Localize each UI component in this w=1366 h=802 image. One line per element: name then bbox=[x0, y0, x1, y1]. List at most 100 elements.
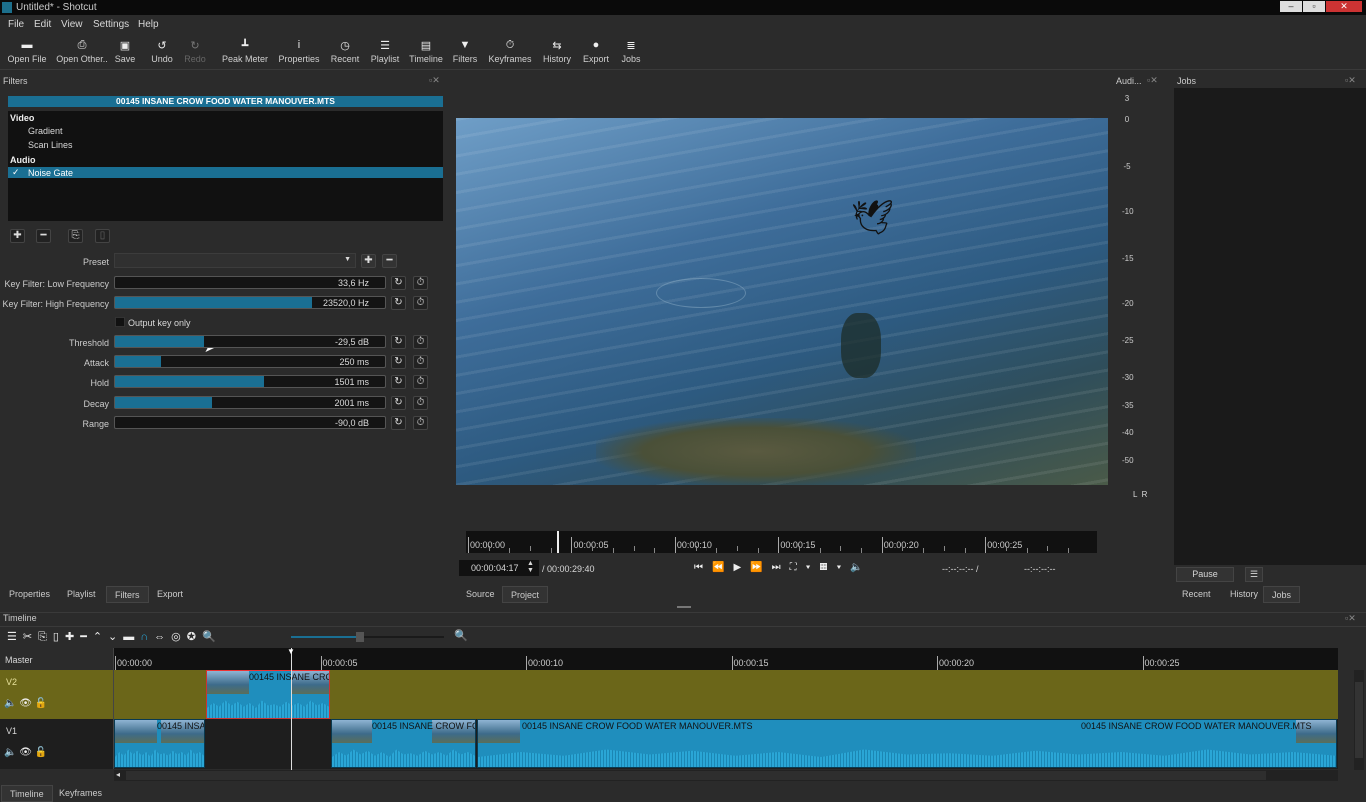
rewind-icon[interactable]: ⏪ bbox=[712, 562, 733, 573]
param-slider[interactable]: -90,0 dB bbox=[114, 416, 386, 429]
close-button[interactable]: ✕ bbox=[1326, 1, 1362, 12]
reset-icon[interactable]: ↻ bbox=[391, 375, 406, 389]
tab-keyframes[interactable]: Keyframes bbox=[51, 785, 110, 802]
mute-icon[interactable]: 🔈 bbox=[4, 747, 16, 758]
menu-edit[interactable]: Edit bbox=[34, 19, 51, 30]
param-value[interactable]: 33,6 Hz bbox=[338, 278, 369, 288]
timeline-clip[interactable]: 00145 INSANE bbox=[114, 719, 205, 768]
peak-meter-button[interactable]: ┻ Peak Meter bbox=[215, 39, 275, 64]
splitter-handle[interactable] bbox=[677, 606, 691, 608]
keyframe-stopwatch-icon[interactable]: ⏱ bbox=[413, 375, 428, 389]
zoom-slider[interactable] bbox=[291, 632, 444, 642]
ripple-all-icon[interactable]: ✪ bbox=[187, 631, 202, 643]
param-value[interactable]: -90,0 dB bbox=[335, 418, 369, 428]
param-slider[interactable]: 23520,0 Hz bbox=[114, 296, 386, 309]
save-preset-button[interactable]: ✚ bbox=[361, 254, 376, 268]
keyframe-stopwatch-icon[interactable]: ⏱ bbox=[413, 335, 428, 349]
preset-dropdown[interactable]: ▼ bbox=[114, 253, 356, 268]
grid-icon[interactable]: ▦▾ bbox=[820, 562, 851, 573]
jobs-menu-button[interactable]: ☰ bbox=[1245, 567, 1263, 582]
filter-item-scan-lines[interactable]: Scan Lines bbox=[28, 140, 73, 150]
track-v2[interactable]: V2 🔈 👁 🔓 bbox=[0, 670, 1338, 719]
minimize-button[interactable]: – bbox=[1280, 1, 1302, 12]
video-preview[interactable]: 🕊 bbox=[456, 118, 1108, 485]
zoom-fit-icon[interactable]: ⛶▾ bbox=[790, 562, 820, 573]
panel-float-close-icons[interactable]: ▫✕ bbox=[429, 75, 440, 86]
tab-filters[interactable]: Filters bbox=[106, 586, 149, 603]
skip-previous-icon[interactable]: ⏮ bbox=[694, 562, 712, 573]
param-value[interactable]: -29,5 dB bbox=[335, 337, 369, 347]
menu-settings[interactable]: Settings bbox=[93, 19, 129, 30]
tab-export[interactable]: Export bbox=[149, 586, 191, 603]
timeline-horizontal-scrollbar[interactable]: ◂ bbox=[114, 770, 1338, 781]
tab-playlist[interactable]: Playlist bbox=[59, 586, 104, 603]
timeline-vertical-scrollbar[interactable] bbox=[1354, 670, 1364, 770]
filter-list[interactable]: Video Gradient Scan Lines Audio ✓ Noise … bbox=[8, 111, 443, 221]
skip-next-icon[interactable]: ⏭ bbox=[772, 562, 790, 573]
menu-view[interactable]: View bbox=[61, 19, 83, 30]
timeline-clip[interactable]: 00145 INSANE CROW bbox=[206, 670, 330, 719]
position-timecode-field[interactable]: 00:00:04:17 ▲ ▼ bbox=[459, 560, 539, 576]
split-icon[interactable]: ▬ bbox=[123, 631, 140, 643]
maximize-button[interactable]: ▫ bbox=[1303, 1, 1325, 12]
overwrite-icon[interactable]: ⌄ bbox=[108, 631, 123, 643]
output-key-only-checkbox[interactable] bbox=[115, 317, 125, 327]
tab-timeline[interactable]: Timeline bbox=[1, 785, 53, 802]
cut-icon[interactable]: ✂ bbox=[23, 631, 38, 643]
tab-recent[interactable]: Recent bbox=[1174, 586, 1219, 603]
lock-icon[interactable]: 🔓 bbox=[35, 747, 47, 758]
reset-icon[interactable]: ↻ bbox=[391, 355, 406, 369]
param-slider[interactable]: 33,6 Hz bbox=[114, 276, 386, 289]
param-value[interactable]: 250 ms bbox=[339, 357, 369, 367]
keyframe-stopwatch-icon[interactable]: ⏱ bbox=[413, 416, 428, 430]
menu-file[interactable]: File bbox=[8, 19, 24, 30]
timeline-clip[interactable]: 00145 INSANE CROW FOOD bbox=[331, 719, 476, 768]
append-icon[interactable]: ✚ bbox=[65, 631, 80, 643]
play-icon[interactable]: ▶ bbox=[733, 562, 750, 573]
keyframe-stopwatch-icon[interactable]: ⏱ bbox=[413, 296, 428, 310]
filter-item-noise-gate[interactable]: ✓ Noise Gate bbox=[8, 167, 443, 178]
param-slider[interactable]: 1501 ms bbox=[114, 375, 386, 388]
remove-filter-button[interactable]: ━ bbox=[36, 229, 51, 243]
param-value[interactable]: 2001 ms bbox=[334, 398, 369, 408]
player-ruler[interactable]: 00:00:00 00:00:05 00:00:10 00:00:15 00:00:20… bbox=[466, 531, 1097, 553]
playhead[interactable] bbox=[291, 648, 292, 770]
keyframe-stopwatch-icon[interactable]: ⏱ bbox=[413, 355, 428, 369]
reset-icon[interactable]: ↻ bbox=[391, 396, 406, 410]
keyframe-stopwatch-icon[interactable]: ⏱ bbox=[413, 276, 428, 290]
reset-icon[interactable]: ↻ bbox=[391, 276, 406, 290]
zoom-in-icon[interactable]: 🔍 bbox=[454, 629, 468, 642]
checkbox-checked-icon[interactable]: ✓ bbox=[12, 167, 20, 178]
panel-float-close-icons[interactable]: ▫✕ bbox=[1147, 75, 1158, 86]
param-slider[interactable]: -29,5 dB bbox=[114, 335, 386, 348]
reset-icon[interactable]: ↻ bbox=[391, 416, 406, 430]
reset-icon[interactable]: ↻ bbox=[391, 335, 406, 349]
player-playhead[interactable] bbox=[557, 531, 559, 553]
add-filter-button[interactable]: ✚ bbox=[10, 229, 25, 243]
eye-icon[interactable]: 👁 bbox=[19, 747, 32, 758]
jobs-list[interactable] bbox=[1174, 88, 1366, 565]
param-value[interactable]: 1501 ms bbox=[334, 377, 369, 387]
reset-icon[interactable]: ↻ bbox=[391, 296, 406, 310]
delete-preset-button[interactable]: ━ bbox=[382, 254, 397, 268]
remove-icon[interactable]: ━ bbox=[80, 631, 93, 643]
menu-icon[interactable]: ☰ bbox=[7, 631, 23, 643]
tab-properties[interactable]: Properties bbox=[1, 586, 58, 603]
panel-float-close-icons[interactable]: ▫✕ bbox=[1345, 613, 1356, 624]
jobs-button[interactable]: ≣ Jobs bbox=[601, 39, 661, 64]
scrub-icon[interactable]: ⇔ bbox=[154, 631, 171, 643]
menu-help[interactable]: Help bbox=[138, 19, 159, 30]
mute-icon[interactable]: 🔈 bbox=[4, 698, 16, 709]
open-file-button[interactable]: ▬ Open File bbox=[0, 39, 57, 64]
lock-icon[interactable]: 🔓 bbox=[35, 698, 47, 709]
param-slider[interactable]: 2001 ms bbox=[114, 396, 386, 409]
pause-jobs-button[interactable]: Pause bbox=[1176, 567, 1234, 582]
tab-project[interactable]: Project bbox=[502, 586, 549, 603]
volume-icon[interactable]: 🔈 bbox=[850, 562, 871, 573]
panel-float-close-icons[interactable]: ▫✕ bbox=[1345, 75, 1356, 86]
paste-filter-button[interactable]: ▯ bbox=[95, 229, 110, 243]
tab-source[interactable]: Source bbox=[458, 586, 503, 603]
timeline-ruler[interactable]: 00:00:00 00:00:05 00:00:10 00:00:15 00:00:20… bbox=[114, 648, 1338, 670]
copy-filter-button[interactable]: ⎘ bbox=[68, 229, 83, 243]
playhead-handle-icon[interactable]: ▼ bbox=[287, 647, 295, 656]
